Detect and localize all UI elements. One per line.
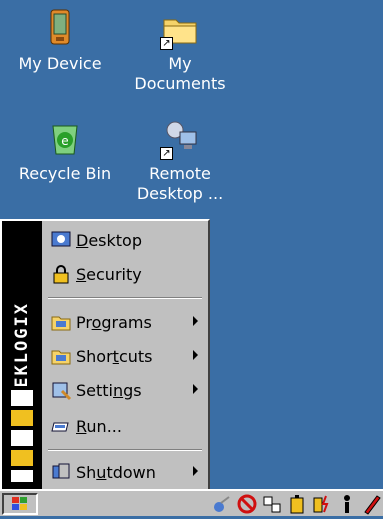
menu-item-label: Shortcuts [76,346,153,366]
system-tray [208,491,383,516]
psion-logo [7,386,37,486]
keyboard-icon[interactable] [261,493,283,515]
folder-icon: ↗ [160,8,200,50]
submenu-arrow-icon [193,350,198,360]
menu-item-label: Programs [76,312,152,332]
desktop-icon [50,229,72,251]
menu-item-label: Security [76,264,142,284]
windows-flag-icon [12,497,27,510]
shutdown-icon [50,461,72,483]
person-icon[interactable] [336,493,358,515]
start-button[interactable] [2,493,38,515]
desktop-icon-remote-desktop[interactable]: ↗ Remote Desktop ... [120,118,240,204]
shortcut-arrow-icon: ↗ [160,147,173,160]
menu-item-label: Run... [76,416,122,436]
no-connection-icon[interactable] [236,493,258,515]
desktop-icon-my-documents[interactable]: ↗ My Documents [120,8,240,94]
submenu-arrow-icon [193,316,198,326]
menu-item-run[interactable]: Run... [50,411,202,441]
programs-folder-icon [50,311,72,333]
start-menu: TEKLOGIX Desktop Security Programs Short… [0,219,210,489]
menu-separator [48,449,202,451]
desktop-icon-label: My [168,54,192,73]
desktop-icon-label: Desktop ... [136,184,224,203]
power-icon[interactable] [311,493,333,515]
desktop-icon-label: Documents [134,74,226,93]
desktop-icon-recycle-bin[interactable]: e Recycle Bin [5,118,125,184]
remote-desktop-icon: ↗ [160,118,200,160]
svg-text:e: e [61,134,68,148]
pda-icon [40,8,80,48]
menu-separator [48,297,202,299]
menu-item-settings[interactable]: Settings [50,375,202,405]
menu-item-security[interactable]: Security [50,259,202,289]
menu-item-shutdown[interactable]: Shutdown [50,457,202,487]
submenu-arrow-icon [193,466,198,476]
start-menu-banner: TEKLOGIX [2,221,42,489]
shortcuts-folder-icon [50,345,72,367]
menu-item-label: Shutdown [76,462,156,482]
lock-icon [50,263,72,285]
desktop-icon-label: My Device [18,54,102,73]
network-icon[interactable] [211,493,233,515]
run-icon [50,415,72,437]
settings-icon [50,379,72,401]
taskbar [0,489,383,516]
recycle-bin-icon: e [45,118,85,158]
battery-icon[interactable] [286,493,308,515]
menu-item-label: Settings [76,380,142,400]
pen-icon[interactable] [361,493,383,515]
menu-item-label: Desktop [76,230,142,250]
desktop-icon-label: Remote [149,164,211,183]
menu-item-programs[interactable]: Programs [50,307,202,337]
menu-item-desktop[interactable]: Desktop [50,225,202,255]
submenu-arrow-icon [193,384,198,394]
desktop-icon-my-device[interactable]: My Device [0,8,120,74]
desktop-icon-label: Recycle Bin [18,164,112,183]
menu-item-shortcuts[interactable]: Shortcuts [50,341,202,371]
shortcut-arrow-icon: ↗ [160,37,173,50]
